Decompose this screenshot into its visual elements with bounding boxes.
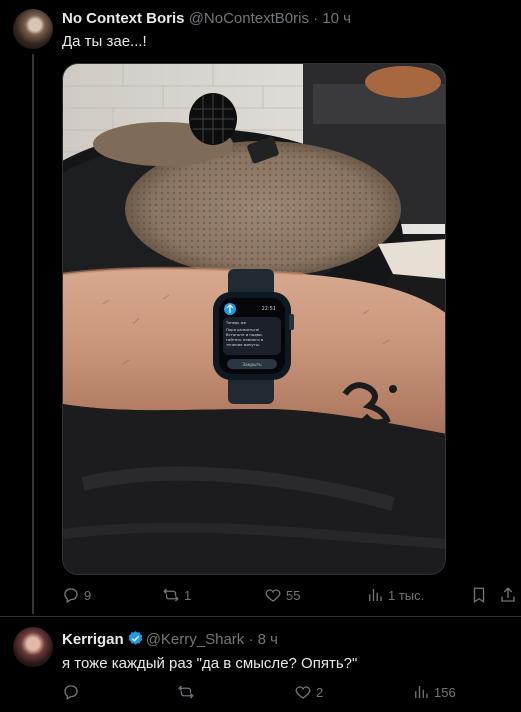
- separator-dot: ·: [313, 10, 319, 27]
- bookmark-button[interactable]: [470, 586, 488, 604]
- reply-views-button[interactable]: 156: [412, 683, 456, 701]
- reply-views-count: 156: [434, 684, 456, 700]
- separator-dot: ·: [248, 631, 254, 648]
- heart-icon: [265, 589, 281, 602]
- reply-text: я тоже каждый раз "да в смысле? Опять?": [62, 655, 358, 672]
- repost-count: 1: [184, 587, 192, 603]
- reply-repost-button[interactable]: [177, 683, 199, 701]
- reply-tweet[interactable]: Kerrigan @Kerry_Shark · 8 ч я тоже каждый…: [0, 617, 521, 712]
- tweet-text: Да ты зае...!: [62, 33, 147, 50]
- views-icon: [415, 686, 428, 698]
- bookmark-icon: [473, 587, 485, 604]
- reply-button[interactable]: 9: [62, 586, 91, 604]
- reply-header: Kerrigan @Kerry_Shark · 8 ч: [62, 630, 278, 648]
- reply-reply-button[interactable]: [62, 683, 84, 701]
- reply-author-name[interactable]: Kerrigan: [62, 631, 124, 648]
- reply-icon: [64, 685, 78, 700]
- reply-author-handle[interactable]: @Kerry_Shark: [146, 631, 245, 648]
- views-icon: [369, 589, 382, 601]
- author-name[interactable]: No Context Boris: [62, 10, 185, 27]
- watch-header: Теперь же: [225, 321, 247, 325]
- reply-author-avatar[interactable]: [13, 627, 53, 667]
- photo-watch-on-wrist: 22:51 Теперь же Пора размяться! Встаньте…: [63, 64, 445, 574]
- reply-icon: [64, 588, 78, 603]
- reply-actions: 2 156: [62, 683, 517, 705]
- tweet[interactable]: No Context Boris @NoContextB0ris · 10 ч …: [0, 0, 521, 617]
- repost-button[interactable]: 1: [162, 586, 191, 604]
- tweet-photo[interactable]: 22:51 Теперь же Пора размяться! Встаньте…: [62, 63, 446, 575]
- share-icon: [501, 587, 515, 602]
- repost-icon: [178, 685, 194, 699]
- thread-line: [32, 54, 34, 614]
- tweet-time[interactable]: 10 ч: [322, 10, 351, 27]
- watch-message: Пора размяться! Встаньте и подви- гайтес…: [226, 327, 264, 347]
- reply-like-button[interactable]: 2: [294, 683, 323, 701]
- heart-icon: [295, 686, 311, 699]
- watch-close-button: Закрыть: [242, 362, 262, 368]
- tweet-actions: 9 1 55 1 тыс.: [62, 586, 517, 608]
- verified-badge-icon: [128, 631, 143, 645]
- reply-time[interactable]: 8 ч: [258, 631, 278, 648]
- author-handle[interactable]: @NoContextB0ris: [189, 10, 309, 27]
- views-button[interactable]: 1 тыс.: [366, 586, 424, 604]
- reply-like-count: 2: [316, 684, 324, 700]
- repost-icon: [163, 588, 179, 602]
- share-button[interactable]: [499, 586, 517, 604]
- watch-time: 22:51: [262, 306, 276, 312]
- like-count: 55: [286, 587, 301, 603]
- reply-count: 9: [84, 587, 92, 603]
- views-count: 1 тыс.: [388, 587, 425, 603]
- like-button[interactable]: 55: [264, 586, 300, 604]
- tweet-header: No Context Boris @NoContextB0ris · 10 ч: [62, 10, 351, 27]
- author-avatar[interactable]: [13, 9, 53, 49]
